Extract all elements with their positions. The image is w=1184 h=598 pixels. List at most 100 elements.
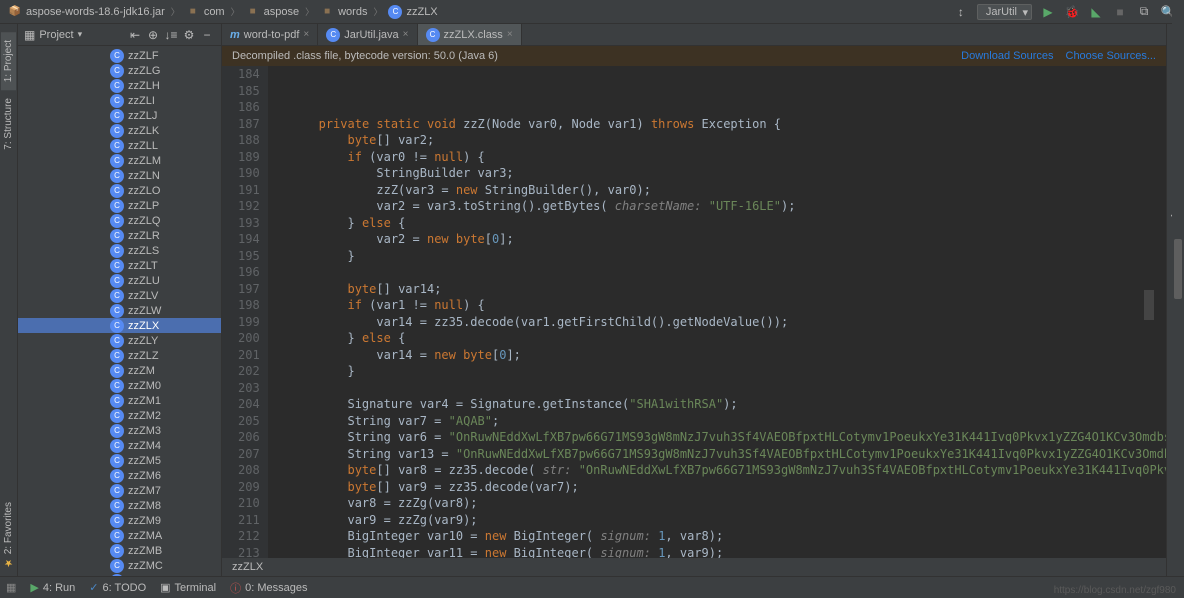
- tree-item[interactable]: CzzZM5: [18, 453, 221, 468]
- debug-icon[interactable]: 🐞: [1064, 4, 1080, 20]
- editor-tab[interactable]: CzzZLX.class×: [418, 24, 522, 45]
- coverage-icon[interactable]: ◣: [1088, 4, 1104, 20]
- class-icon: C: [110, 559, 124, 573]
- tree-item[interactable]: CzzZLX: [18, 318, 221, 333]
- sync-icon[interactable]: ↕: [953, 4, 969, 20]
- class-icon: C: [110, 199, 124, 213]
- class-icon: C: [110, 139, 124, 153]
- tree-item[interactable]: CzzZMC: [18, 558, 221, 573]
- tree-item[interactable]: CzzZLR: [18, 228, 221, 243]
- tree-item[interactable]: CzzZM: [18, 363, 221, 378]
- class-icon: C: [110, 229, 124, 243]
- tree-item[interactable]: CzzZM9: [18, 513, 221, 528]
- close-icon[interactable]: ×: [507, 29, 513, 40]
- tree-item[interactable]: CzzZLU: [18, 273, 221, 288]
- project-panel-title: Project: [39, 29, 73, 41]
- tree-item[interactable]: CzzZLG: [18, 63, 221, 78]
- breadcrumb-item[interactable]: CzzZLX: [388, 5, 437, 19]
- tree-item[interactable]: CzzZLW: [18, 303, 221, 318]
- tree-item[interactable]: CzzZM4: [18, 438, 221, 453]
- stop-icon[interactable]: ■: [1112, 4, 1128, 20]
- target-icon[interactable]: ⊕: [145, 27, 161, 43]
- class-icon: C: [110, 244, 124, 258]
- tree-item[interactable]: CzzZLQ: [18, 213, 221, 228]
- code-content[interactable]: private static void zzZ(Node var0, Node …: [268, 66, 1166, 576]
- structure-icon[interactable]: ⧉: [1136, 4, 1152, 20]
- tree-item[interactable]: CzzZLH: [18, 78, 221, 93]
- class-icon: C: [110, 109, 124, 123]
- class-icon: C: [110, 469, 124, 483]
- tree-item[interactable]: CzzZLZ: [18, 348, 221, 363]
- title-bar: 📦aspose-words-18.6-jdk16.jar〉■com〉■aspos…: [0, 0, 1184, 24]
- gear-icon[interactable]: ⚙: [181, 27, 197, 43]
- tree-item[interactable]: CzzZMA: [18, 528, 221, 543]
- breadcrumb-bar: zzZLX: [222, 558, 1166, 576]
- watermark: https://blog.csdn.net/zgf980: [1054, 585, 1176, 596]
- choose-sources-link[interactable]: Choose Sources...: [1066, 50, 1157, 62]
- minimap-thumb[interactable]: [1144, 290, 1154, 320]
- class-icon: C: [110, 409, 124, 423]
- close-icon[interactable]: ×: [403, 29, 409, 40]
- tree-item[interactable]: CzzZLS: [18, 243, 221, 258]
- tree-item[interactable]: CzzZLV: [18, 288, 221, 303]
- left-tab-favorites[interactable]: ★ 2: Favorites: [1, 494, 16, 576]
- class-icon: C: [110, 49, 124, 63]
- class-icon: C: [110, 349, 124, 363]
- line-gutter: 1841851861871881891901911921931941951961…: [222, 66, 268, 576]
- tree-item[interactable]: CzzZM7: [18, 483, 221, 498]
- close-icon[interactable]: ×: [303, 29, 309, 40]
- bottom-messages[interactable]: ⓘ0: Messages: [230, 580, 307, 596]
- class-icon: C: [110, 364, 124, 378]
- editor-tab[interactable]: CJarUtil.java×: [318, 24, 417, 45]
- project-panel: ▦ Project ▾ ⇤ ⊕ ↓≡ ⚙ − CzzZLFCzzZLGCzzZL…: [18, 24, 222, 576]
- class-icon: C: [110, 424, 124, 438]
- tree-item[interactable]: CzzZM1: [18, 393, 221, 408]
- download-sources-link[interactable]: Download Sources: [961, 50, 1053, 62]
- tree-item[interactable]: CzzZLP: [18, 198, 221, 213]
- class-icon: C: [110, 394, 124, 408]
- tree-item[interactable]: CzzZLT: [18, 258, 221, 273]
- bottom-terminal[interactable]: ▣Terminal: [160, 581, 216, 594]
- tree-item[interactable]: CzzZLK: [18, 123, 221, 138]
- tree-item[interactable]: CzzZM6: [18, 468, 221, 483]
- tree-item[interactable]: CzzZM2: [18, 408, 221, 423]
- class-icon: C: [110, 514, 124, 528]
- tree-item[interactable]: CzzZLY: [18, 333, 221, 348]
- class-icon: C: [110, 214, 124, 228]
- tree-item[interactable]: CzzZM3: [18, 423, 221, 438]
- collapse-icon[interactable]: ⇤: [127, 27, 143, 43]
- tree-item[interactable]: CzzZM8: [18, 498, 221, 513]
- tree-item[interactable]: CzzZLI: [18, 93, 221, 108]
- breadcrumb-item[interactable]: ■com: [186, 5, 225, 19]
- tree-item[interactable]: CzzZMB: [18, 543, 221, 558]
- class-icon: C: [110, 379, 124, 393]
- tree-item[interactable]: CzzZLL: [18, 138, 221, 153]
- run-icon[interactable]: ▶: [1040, 4, 1056, 20]
- left-tab-structure[interactable]: 7: Structure: [1, 90, 16, 158]
- class-icon: C: [110, 304, 124, 318]
- class-icon: C: [110, 184, 124, 198]
- left-tab-project[interactable]: 1: Project: [1, 32, 16, 90]
- class-icon: C: [110, 289, 124, 303]
- editor-tab[interactable]: mword-to-pdf×: [222, 24, 318, 45]
- tree-item[interactable]: CzzZLO: [18, 183, 221, 198]
- class-icon: C: [110, 64, 124, 78]
- sort-icon[interactable]: ↓≡: [163, 27, 179, 43]
- tree-item[interactable]: CzzZLF: [18, 48, 221, 63]
- breadcrumb-item[interactable]: ■words: [320, 5, 367, 19]
- breadcrumb-item[interactable]: 📦aspose-words-18.6-jdk16.jar: [8, 5, 165, 19]
- tree-item[interactable]: CzzZLN: [18, 168, 221, 183]
- editor-tabs: mword-to-pdf×CJarUtil.java×CzzZLX.class×: [222, 24, 1166, 46]
- decompiled-banner: Decompiled .class file, bytecode version…: [222, 46, 1166, 66]
- tree-item[interactable]: CzzZLM: [18, 153, 221, 168]
- hide-icon[interactable]: −: [199, 27, 215, 43]
- run-config-dropdown[interactable]: JarUtil: [977, 4, 1032, 20]
- bottom-todo[interactable]: ✓6: TODO: [89, 581, 146, 594]
- tree-item[interactable]: CzzZM0: [18, 378, 221, 393]
- tree-item[interactable]: CzzZLJ: [18, 108, 221, 123]
- breadcrumb-item[interactable]: ■aspose: [246, 5, 299, 19]
- project-tree[interactable]: CzzZLFCzzZLGCzzZLHCzzZLICzzZLJCzzZLKCzzZ…: [18, 46, 221, 576]
- class-icon: C: [110, 544, 124, 558]
- class-icon: C: [110, 484, 124, 498]
- bottom-run[interactable]: ▶4: Run: [30, 581, 75, 594]
